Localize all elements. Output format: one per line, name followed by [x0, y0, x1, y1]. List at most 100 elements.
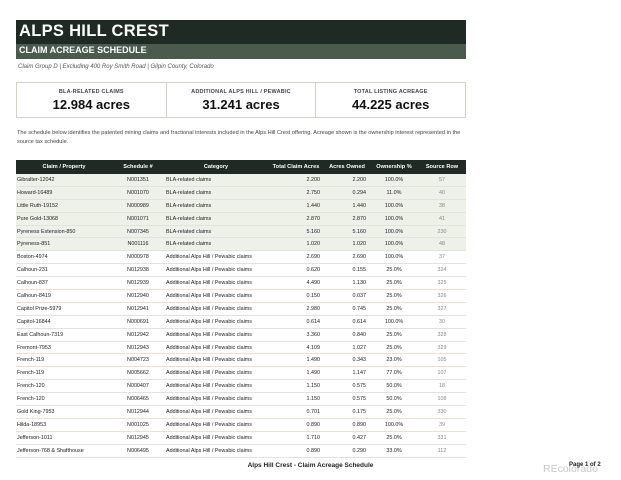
category-cell: Additional Alps Hill / Pewabic claims — [164, 431, 268, 445]
category-cell: BLA-related claims — [164, 212, 268, 226]
source-row-cell: 37 — [418, 250, 466, 265]
table-row: Pyreness Extension-850 N007345 BLA-related… — [16, 225, 466, 239]
page-number: Page 1 of 2 — [569, 462, 601, 468]
schedule-cell: N005662 — [112, 366, 164, 381]
schedule-cell: N012939 — [112, 276, 164, 291]
category-cell: Additional Alps Hill / Pewabic claims — [164, 379, 268, 394]
page-title: ALPS HILL CREST — [19, 22, 169, 40]
total-acres-cell: 2.980 — [268, 302, 324, 316]
schedule-cell: N000691 — [112, 315, 164, 329]
subtitle-banner: CLAIM ACREAGE SCHEDULE — [16, 44, 466, 59]
claim-name-cell: Pyreness-851 — [16, 237, 112, 252]
col-header-schedule: Schedule # — [112, 160, 164, 174]
source-row-cell: 327 — [418, 302, 466, 316]
schedule-cell: N012945 — [112, 431, 164, 445]
ownership-cell: 100.0% — [370, 250, 418, 265]
claim-name-cell: French-120 — [16, 379, 112, 394]
ownership-cell: 77.0% — [370, 366, 418, 381]
acres-owned-cell: 0.343 — [324, 353, 370, 368]
table-row: Calhoun-8419 N012940 Additional Alps Hill … — [16, 289, 466, 303]
category-cell: Additional Alps Hill / Pewabic claims — [164, 444, 268, 458]
summary-label: TOTAL LISTING ACREAGE — [353, 89, 428, 95]
total-acres-cell: 0.620 — [268, 263, 324, 278]
acres-owned-cell: 0.175 — [324, 405, 370, 419]
col-header-total-acres: Total Claim Acres — [268, 160, 324, 174]
source-row-cell: 230 — [418, 225, 466, 239]
total-acres-cell: 2.870 — [268, 212, 324, 226]
source-row-cell: 325 — [418, 276, 466, 291]
col-header-acres-owned: Acres Owned — [324, 160, 370, 174]
table-row: Boston-4974 N000978 Additional Alps Hill /… — [16, 250, 466, 265]
source-row-cell: 18 — [418, 379, 466, 394]
claim-name-cell: Boston-4974 — [16, 250, 112, 265]
intro-paragraph: The schedule below identifies the patent… — [17, 130, 461, 145]
title-banner: ALPS HILL CREST — [16, 20, 466, 44]
schedule-cell: N007345 — [112, 225, 164, 239]
category-cell: Additional Alps Hill / Pewabic claims — [164, 353, 268, 368]
ownership-cell: 100.0% — [370, 418, 418, 432]
category-cell: Additional Alps Hill / Pewabic claims — [164, 418, 268, 432]
claim-group-meta: Claim Group D | Excluding 400 Roy Smith … — [18, 64, 214, 70]
source-row-cell: 324 — [418, 263, 466, 278]
schedule-cell: N001071 — [112, 212, 164, 226]
acres-owned-cell: 0.037 — [324, 289, 370, 303]
schedule-cell: N000407 — [112, 379, 164, 394]
source-row-cell: 112 — [418, 444, 466, 458]
total-acres-cell: 1.490 — [268, 353, 324, 368]
schedule-cell: N000989 — [112, 199, 164, 213]
ownership-cell: 50.0% — [370, 379, 418, 394]
ownership-cell: 100.0% — [370, 237, 418, 252]
claim-name-cell: Little Ruth-19152 — [16, 199, 112, 213]
claim-name-cell: French-119 — [16, 353, 112, 368]
acreage-summary: BLA-RELATED CLAIMS 12.984 acres ADDITION… — [16, 82, 466, 118]
ownership-cell: 100.0% — [370, 174, 418, 187]
category-cell: BLA-related claims — [164, 174, 268, 187]
source-row-cell: 107 — [418, 366, 466, 381]
acres-owned-cell: 0.427 — [324, 431, 370, 445]
ownership-cell: 100.0% — [370, 212, 418, 226]
category-cell: Additional Alps Hill / Pewabic claims — [164, 405, 268, 419]
category-cell: BLA-related claims — [164, 237, 268, 252]
table-row: Jefferson-1011 N012945 Additional Alps Hil… — [16, 431, 466, 445]
table-row: Pyreness-851 N001116 BLA-related claims 1.0… — [16, 237, 466, 252]
acres-owned-cell: 2.690 — [324, 250, 370, 265]
claim-name-cell: Gold King-7953 — [16, 405, 112, 419]
schedule-cell: N001070 — [112, 186, 164, 200]
table-row: Little Ruth-19152 N000989 BLA-related clai… — [16, 199, 466, 213]
schedule-cell: N001116 — [112, 237, 164, 252]
category-cell: BLA-related claims — [164, 186, 268, 200]
total-acres-cell: 1.440 — [268, 199, 324, 213]
category-cell: Additional Alps Hill / Pewabic claims — [164, 328, 268, 342]
source-row-cell: 328 — [418, 328, 466, 342]
summary-box-bla: BLA-RELATED CLAIMS 12.984 acres — [17, 83, 167, 117]
acres-owned-cell: 0.614 — [324, 315, 370, 329]
ownership-cell: 25.0% — [370, 328, 418, 342]
table-row: Calhoun-837 N012939 Additional Alps Hill /… — [16, 276, 466, 291]
table-row: East Calhoun-7319 N012942 Additional Alps … — [16, 328, 466, 342]
category-cell: Additional Alps Hill / Pewabic claims — [164, 289, 268, 303]
acres-owned-cell: 2.200 — [324, 174, 370, 187]
table-row: French-120 N000407 Additional Alps Hill / … — [16, 379, 466, 394]
ownership-cell: 33.0% — [370, 444, 418, 458]
schedule-cell: N006465 — [112, 392, 164, 407]
schedule-cell: N012943 — [112, 341, 164, 355]
total-acres-cell: 5.160 — [268, 225, 324, 239]
table-row: Pure Gold-13068 N001071 BLA-related claims… — [16, 212, 466, 226]
ownership-cell: 25.0% — [370, 263, 418, 278]
table-row: French-119 N005662 Additional Alps Hill / … — [16, 366, 466, 381]
table-row: Hilda-18953 N001025 Additional Alps Hill /… — [16, 418, 466, 432]
ownership-cell: 25.0% — [370, 431, 418, 445]
document-page: ALPS HILL CREST CLAIM ACREAGE SCHEDULE C… — [0, 0, 621, 480]
acres-owned-cell: 0.575 — [324, 379, 370, 394]
total-acres-cell: 0.701 — [268, 405, 324, 419]
source-row-cell: 38 — [418, 199, 466, 213]
summary-box-total: TOTAL LISTING ACREAGE 44.225 acres — [316, 83, 465, 117]
category-cell: Additional Alps Hill / Pewabic claims — [164, 263, 268, 278]
ownership-cell: 23.0% — [370, 353, 418, 368]
table-row: French-119 N004723 Additional Alps Hill / … — [16, 353, 466, 368]
claim-name-cell: Calhoun-837 — [16, 276, 112, 291]
claim-name-cell: Calhoun-231 — [16, 263, 112, 278]
ownership-cell: 100.0% — [370, 225, 418, 239]
summary-value: 44.225 acres — [352, 97, 430, 112]
col-header-ownership: Ownership % — [370, 160, 418, 174]
